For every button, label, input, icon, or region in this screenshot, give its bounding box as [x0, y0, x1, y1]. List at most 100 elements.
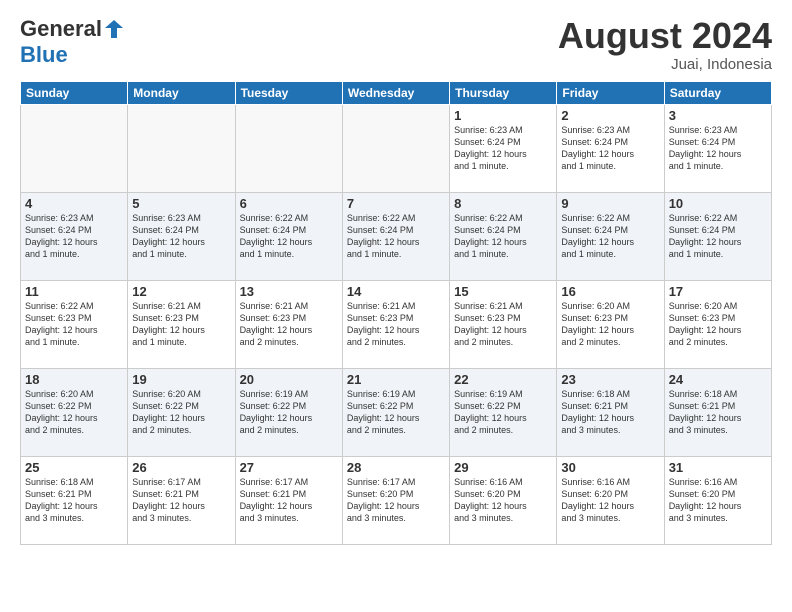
calendar-cell-w4-d6: 24Sunrise: 6:18 AM Sunset: 6:21 PM Dayli…: [664, 368, 771, 456]
day-number: 1: [454, 108, 552, 123]
day-info: Sunrise: 6:23 AM Sunset: 6:24 PM Dayligh…: [454, 124, 552, 173]
col-friday: Friday: [557, 81, 664, 104]
day-number: 30: [561, 460, 659, 475]
day-number: 9: [561, 196, 659, 211]
logo-icon: [103, 18, 125, 40]
header: General Blue August 2024 Juai, Indonesia: [20, 16, 772, 73]
calendar-cell-w3-d2: 13Sunrise: 6:21 AM Sunset: 6:23 PM Dayli…: [235, 280, 342, 368]
calendar-cell-w2-d3: 7Sunrise: 6:22 AM Sunset: 6:24 PM Daylig…: [342, 192, 449, 280]
day-info: Sunrise: 6:21 AM Sunset: 6:23 PM Dayligh…: [132, 300, 230, 349]
calendar-cell-w1-d2: [235, 104, 342, 192]
day-info: Sunrise: 6:23 AM Sunset: 6:24 PM Dayligh…: [132, 212, 230, 261]
day-number: 26: [132, 460, 230, 475]
day-info: Sunrise: 6:17 AM Sunset: 6:21 PM Dayligh…: [132, 476, 230, 525]
calendar-week-1: 1Sunrise: 6:23 AM Sunset: 6:24 PM Daylig…: [21, 104, 772, 192]
day-info: Sunrise: 6:23 AM Sunset: 6:24 PM Dayligh…: [669, 124, 767, 173]
day-info: Sunrise: 6:23 AM Sunset: 6:24 PM Dayligh…: [561, 124, 659, 173]
day-info: Sunrise: 6:21 AM Sunset: 6:23 PM Dayligh…: [347, 300, 445, 349]
calendar-cell-w4-d0: 18Sunrise: 6:20 AM Sunset: 6:22 PM Dayli…: [21, 368, 128, 456]
col-sunday: Sunday: [21, 81, 128, 104]
calendar-cell-w1-d3: [342, 104, 449, 192]
calendar-cell-w1-d5: 2Sunrise: 6:23 AM Sunset: 6:24 PM Daylig…: [557, 104, 664, 192]
day-number: 21: [347, 372, 445, 387]
day-number: 5: [132, 196, 230, 211]
day-info: Sunrise: 6:20 AM Sunset: 6:23 PM Dayligh…: [669, 300, 767, 349]
day-number: 6: [240, 196, 338, 211]
calendar-cell-w2-d0: 4Sunrise: 6:23 AM Sunset: 6:24 PM Daylig…: [21, 192, 128, 280]
calendar-cell-w3-d4: 15Sunrise: 6:21 AM Sunset: 6:23 PM Dayli…: [450, 280, 557, 368]
day-number: 7: [347, 196, 445, 211]
calendar-cell-w2-d4: 8Sunrise: 6:22 AM Sunset: 6:24 PM Daylig…: [450, 192, 557, 280]
logo-blue-text: Blue: [20, 42, 68, 67]
day-info: Sunrise: 6:19 AM Sunset: 6:22 PM Dayligh…: [240, 388, 338, 437]
day-number: 29: [454, 460, 552, 475]
day-number: 19: [132, 372, 230, 387]
col-saturday: Saturday: [664, 81, 771, 104]
col-wednesday: Wednesday: [342, 81, 449, 104]
day-number: 17: [669, 284, 767, 299]
calendar-cell-w5-d1: 26Sunrise: 6:17 AM Sunset: 6:21 PM Dayli…: [128, 456, 235, 544]
calendar-cell-w5-d4: 29Sunrise: 6:16 AM Sunset: 6:20 PM Dayli…: [450, 456, 557, 544]
calendar-cell-w4-d2: 20Sunrise: 6:19 AM Sunset: 6:22 PM Dayli…: [235, 368, 342, 456]
calendar-cell-w5-d5: 30Sunrise: 6:16 AM Sunset: 6:20 PM Dayli…: [557, 456, 664, 544]
calendar-cell-w4-d3: 21Sunrise: 6:19 AM Sunset: 6:22 PM Dayli…: [342, 368, 449, 456]
calendar-cell-w5-d0: 25Sunrise: 6:18 AM Sunset: 6:21 PM Dayli…: [21, 456, 128, 544]
calendar-cell-w2-d2: 6Sunrise: 6:22 AM Sunset: 6:24 PM Daylig…: [235, 192, 342, 280]
calendar-week-3: 11Sunrise: 6:22 AM Sunset: 6:23 PM Dayli…: [21, 280, 772, 368]
calendar-table: Sunday Monday Tuesday Wednesday Thursday…: [20, 81, 772, 545]
calendar-week-4: 18Sunrise: 6:20 AM Sunset: 6:22 PM Dayli…: [21, 368, 772, 456]
logo-general-text: General: [20, 16, 102, 42]
page: General Blue August 2024 Juai, Indonesia…: [0, 0, 792, 612]
day-number: 3: [669, 108, 767, 123]
day-info: Sunrise: 6:20 AM Sunset: 6:22 PM Dayligh…: [25, 388, 123, 437]
day-info: Sunrise: 6:22 AM Sunset: 6:24 PM Dayligh…: [561, 212, 659, 261]
title-section: August 2024 Juai, Indonesia: [558, 16, 772, 73]
calendar-cell-w2-d1: 5Sunrise: 6:23 AM Sunset: 6:24 PM Daylig…: [128, 192, 235, 280]
day-number: 23: [561, 372, 659, 387]
calendar-cell-w1-d4: 1Sunrise: 6:23 AM Sunset: 6:24 PM Daylig…: [450, 104, 557, 192]
day-number: 25: [25, 460, 123, 475]
day-number: 11: [25, 284, 123, 299]
day-info: Sunrise: 6:16 AM Sunset: 6:20 PM Dayligh…: [454, 476, 552, 525]
day-number: 14: [347, 284, 445, 299]
calendar-cell-w3-d6: 17Sunrise: 6:20 AM Sunset: 6:23 PM Dayli…: [664, 280, 771, 368]
day-number: 22: [454, 372, 552, 387]
day-info: Sunrise: 6:22 AM Sunset: 6:23 PM Dayligh…: [25, 300, 123, 349]
calendar-cell-w4-d4: 22Sunrise: 6:19 AM Sunset: 6:22 PM Dayli…: [450, 368, 557, 456]
calendar-week-5: 25Sunrise: 6:18 AM Sunset: 6:21 PM Dayli…: [21, 456, 772, 544]
day-info: Sunrise: 6:22 AM Sunset: 6:24 PM Dayligh…: [240, 212, 338, 261]
day-number: 8: [454, 196, 552, 211]
calendar-week-2: 4Sunrise: 6:23 AM Sunset: 6:24 PM Daylig…: [21, 192, 772, 280]
day-info: Sunrise: 6:22 AM Sunset: 6:24 PM Dayligh…: [454, 212, 552, 261]
calendar-subtitle: Juai, Indonesia: [558, 56, 772, 73]
day-info: Sunrise: 6:17 AM Sunset: 6:20 PM Dayligh…: [347, 476, 445, 525]
calendar-cell-w5-d6: 31Sunrise: 6:16 AM Sunset: 6:20 PM Dayli…: [664, 456, 771, 544]
calendar-cell-w1-d1: [128, 104, 235, 192]
calendar-cell-w2-d5: 9Sunrise: 6:22 AM Sunset: 6:24 PM Daylig…: [557, 192, 664, 280]
day-info: Sunrise: 6:17 AM Sunset: 6:21 PM Dayligh…: [240, 476, 338, 525]
logo: General Blue: [20, 16, 126, 68]
calendar-cell-w5-d2: 27Sunrise: 6:17 AM Sunset: 6:21 PM Dayli…: [235, 456, 342, 544]
day-info: Sunrise: 6:20 AM Sunset: 6:22 PM Dayligh…: [132, 388, 230, 437]
day-info: Sunrise: 6:16 AM Sunset: 6:20 PM Dayligh…: [669, 476, 767, 525]
col-tuesday: Tuesday: [235, 81, 342, 104]
col-monday: Monday: [128, 81, 235, 104]
col-thursday: Thursday: [450, 81, 557, 104]
day-info: Sunrise: 6:20 AM Sunset: 6:23 PM Dayligh…: [561, 300, 659, 349]
day-number: 10: [669, 196, 767, 211]
day-number: 15: [454, 284, 552, 299]
day-number: 27: [240, 460, 338, 475]
day-number: 20: [240, 372, 338, 387]
calendar-cell-w3-d0: 11Sunrise: 6:22 AM Sunset: 6:23 PM Dayli…: [21, 280, 128, 368]
day-info: Sunrise: 6:23 AM Sunset: 6:24 PM Dayligh…: [25, 212, 123, 261]
day-info: Sunrise: 6:21 AM Sunset: 6:23 PM Dayligh…: [454, 300, 552, 349]
day-info: Sunrise: 6:22 AM Sunset: 6:24 PM Dayligh…: [669, 212, 767, 261]
day-number: 12: [132, 284, 230, 299]
day-number: 24: [669, 372, 767, 387]
calendar-cell-w4-d1: 19Sunrise: 6:20 AM Sunset: 6:22 PM Dayli…: [128, 368, 235, 456]
day-info: Sunrise: 6:21 AM Sunset: 6:23 PM Dayligh…: [240, 300, 338, 349]
day-info: Sunrise: 6:19 AM Sunset: 6:22 PM Dayligh…: [454, 388, 552, 437]
calendar-cell-w4-d5: 23Sunrise: 6:18 AM Sunset: 6:21 PM Dayli…: [557, 368, 664, 456]
calendar-header-row: Sunday Monday Tuesday Wednesday Thursday…: [21, 81, 772, 104]
day-number: 31: [669, 460, 767, 475]
